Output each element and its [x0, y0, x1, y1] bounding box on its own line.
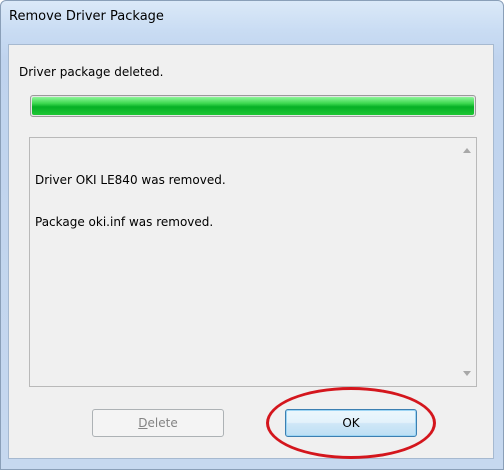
status-message: Driver package deleted.: [19, 65, 164, 79]
log-line: Driver OKI LE840 was removed.: [35, 173, 226, 187]
title-bar[interactable]: Remove Driver Package: [1, 1, 503, 31]
delete-button-mnemonic: D: [138, 416, 148, 430]
progress-bar: [30, 95, 476, 117]
scroll-up-arrow-icon[interactable]: [463, 148, 471, 153]
log-line: Package oki.inf was removed.: [35, 215, 214, 229]
delete-button-suffix: elete: [147, 416, 178, 430]
log-textbox[interactable]: Driver OKI LE840 was removed. Package ok…: [29, 137, 477, 387]
scroll-down-arrow-icon[interactable]: [463, 371, 471, 376]
window-title: Remove Driver Package: [9, 9, 164, 24]
ok-button[interactable]: OK: [285, 409, 417, 437]
ok-button-label: OK: [342, 416, 360, 430]
vertical-scrollbar[interactable]: [459, 138, 476, 386]
progress-bar-fill: [32, 97, 474, 115]
log-lines: Driver OKI LE840 was removed. Package ok…: [35, 145, 226, 257]
delete-button: Delete: [92, 409, 224, 437]
